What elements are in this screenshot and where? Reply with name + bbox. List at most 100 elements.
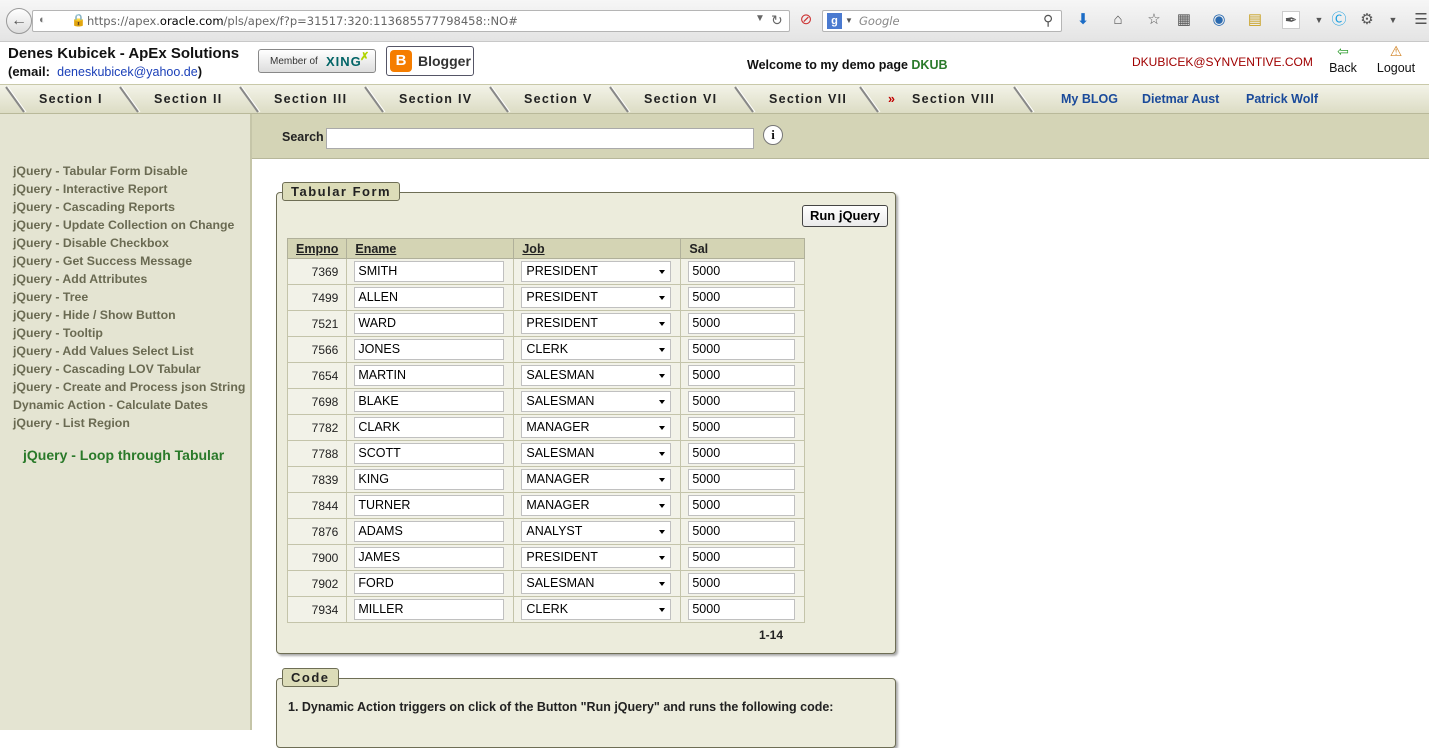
- download-icon[interactable]: ⬇: [1074, 11, 1092, 29]
- tab-section-3[interactable]: Section III: [274, 92, 347, 106]
- sidebar-item[interactable]: jQuery - Disable Checkbox: [13, 236, 169, 250]
- sidebar-item[interactable]: jQuery - Tooltip: [13, 326, 103, 340]
- job-select[interactable]: CLERK: [521, 339, 672, 360]
- sidebar-item[interactable]: jQuery - Cascading Reports: [13, 200, 175, 214]
- sal-input[interactable]: 5000: [688, 443, 796, 464]
- identity-icon[interactable]: ◐: [39, 14, 46, 26]
- ename-input[interactable]: ALLEN: [354, 287, 505, 308]
- sidebar-item[interactable]: jQuery - Update Collection on Change: [13, 218, 234, 232]
- noscript-icon[interactable]: ⊘: [797, 11, 815, 29]
- sidebar-item[interactable]: jQuery - List Region: [13, 416, 130, 430]
- settings-icon[interactable]: ⚙: [1358, 11, 1376, 29]
- sal-input[interactable]: 5000: [688, 365, 796, 386]
- sidebar-item[interactable]: jQuery - Hide / Show Button: [13, 308, 176, 322]
- reload-icon[interactable]: ↻: [771, 12, 783, 29]
- tab-section-1[interactable]: Section I: [39, 92, 103, 106]
- sal-input[interactable]: 5000: [688, 313, 796, 334]
- sal-input[interactable]: 5000: [688, 573, 796, 594]
- ename-input[interactable]: BLAKE: [354, 391, 505, 412]
- search-input[interactable]: [326, 128, 754, 149]
- job-select[interactable]: SALESMAN: [521, 391, 672, 412]
- ename-input[interactable]: WARD: [354, 313, 505, 334]
- column-header-empno[interactable]: Empno: [286, 238, 348, 259]
- column-header-job[interactable]: Job: [513, 238, 682, 259]
- skype-icon[interactable]: Ⓒ: [1330, 11, 1348, 29]
- job-select[interactable]: CLERK: [521, 599, 672, 620]
- blogger-badge[interactable]: B Blogger: [386, 46, 474, 76]
- google-icon[interactable]: g: [827, 13, 842, 29]
- sal-input[interactable]: 5000: [688, 287, 796, 308]
- tab-section-2[interactable]: Section II: [154, 92, 223, 106]
- ruler-icon[interactable]: ▤: [1246, 11, 1264, 29]
- ename-input[interactable]: MILLER: [354, 599, 505, 620]
- job-select[interactable]: MANAGER: [521, 495, 672, 516]
- sidebar-item[interactable]: Dynamic Action - Calculate Dates: [13, 398, 208, 412]
- url-dropdown-icon[interactable]: ▼: [755, 13, 765, 24]
- link-dietmar-aust[interactable]: Dietmar Aust: [1142, 92, 1219, 106]
- tool-dropdown-icon[interactable]: ▼: [1310, 11, 1328, 29]
- column-header-ename[interactable]: Ename: [346, 238, 515, 259]
- sal-input[interactable]: 5000: [688, 547, 796, 568]
- job-select[interactable]: MANAGER: [521, 469, 672, 490]
- bookmark-star-icon[interactable]: ☆: [1145, 11, 1163, 29]
- sal-input[interactable]: 5000: [688, 391, 796, 412]
- ename-input[interactable]: ADAMS: [354, 521, 505, 542]
- address-bar[interactable]: ◐ 🔒 https://apex.oracle.com/pls/apex/f?p…: [32, 10, 790, 32]
- email-link[interactable]: deneskubicek@yahoo.de: [57, 65, 198, 79]
- url-text[interactable]: https://apex.oracle.com/pls/apex/f?p=315…: [87, 14, 518, 28]
- job-select[interactable]: SALESMAN: [521, 573, 672, 594]
- job-select[interactable]: PRESIDENT: [521, 547, 672, 568]
- sal-input[interactable]: 5000: [688, 261, 796, 282]
- addon-icon[interactable]: ◉: [1210, 11, 1228, 29]
- ename-input[interactable]: KING: [354, 469, 505, 490]
- sal-input[interactable]: 5000: [688, 417, 796, 438]
- ename-input[interactable]: TURNER: [354, 495, 505, 516]
- ename-input[interactable]: MARTIN: [354, 365, 505, 386]
- sal-input[interactable]: 5000: [688, 599, 796, 620]
- back-arrow-icon[interactable]: ←: [6, 8, 32, 34]
- tab-section-8[interactable]: Section VIII: [912, 92, 995, 106]
- sal-input[interactable]: 5000: [688, 495, 796, 516]
- sidebar-item[interactable]: jQuery - Cascading LOV Tabular: [13, 362, 201, 376]
- ename-input[interactable]: JONES: [354, 339, 505, 360]
- job-select[interactable]: PRESIDENT: [521, 287, 672, 308]
- bookmarks-list-icon[interactable]: ▦: [1175, 11, 1193, 29]
- magnifier-icon[interactable]: ⚲: [1043, 12, 1053, 29]
- tab-section-7[interactable]: Section VII: [769, 92, 847, 106]
- engine-dropdown-icon[interactable]: ▼: [845, 16, 853, 25]
- eyedropper-icon[interactable]: ✒: [1282, 11, 1300, 29]
- web-search-box[interactable]: g ▼ Google ⚲: [822, 10, 1062, 32]
- sal-input[interactable]: 5000: [688, 469, 796, 490]
- job-select[interactable]: SALESMAN: [521, 365, 672, 386]
- ename-input[interactable]: SMITH: [354, 261, 505, 282]
- ename-input[interactable]: FORD: [354, 573, 505, 594]
- logout-button[interactable]: ⚠ Logout: [1374, 44, 1418, 75]
- tab-section-5[interactable]: Section V: [524, 92, 593, 106]
- job-select[interactable]: ANALYST: [521, 521, 672, 542]
- back-button[interactable]: ⇦ Back: [1326, 44, 1360, 75]
- sidebar-item[interactable]: jQuery - Interactive Report: [13, 182, 167, 196]
- home-icon[interactable]: ⌂: [1109, 11, 1127, 29]
- sal-input[interactable]: 5000: [688, 521, 796, 542]
- tab-section-4[interactable]: Section IV: [399, 92, 472, 106]
- sidebar-item-current[interactable]: jQuery - Loop through Tabular: [23, 447, 224, 463]
- sidebar-item[interactable]: jQuery - Tree: [13, 290, 88, 304]
- sal-input[interactable]: 5000: [688, 339, 796, 360]
- link-my-blog[interactable]: My BLOG: [1061, 92, 1118, 106]
- sidebar-item[interactable]: jQuery - Add Attributes: [13, 272, 147, 286]
- overflow-dropdown-icon[interactable]: ▼: [1384, 11, 1402, 29]
- sidebar-item[interactable]: jQuery - Create and Process json String: [13, 380, 245, 394]
- job-select[interactable]: SALESMAN: [521, 443, 672, 464]
- ename-input[interactable]: CLARK: [354, 417, 505, 438]
- run-jquery-button[interactable]: Run jQuery: [802, 205, 888, 227]
- ename-input[interactable]: SCOTT: [354, 443, 505, 464]
- tab-section-6[interactable]: Section VI: [644, 92, 717, 106]
- sidebar-item[interactable]: jQuery - Tabular Form Disable: [13, 164, 188, 178]
- link-patrick-wolf[interactable]: Patrick Wolf: [1246, 92, 1318, 106]
- job-select[interactable]: PRESIDENT: [521, 261, 672, 282]
- xing-badge[interactable]: Member of XING ✗: [258, 49, 376, 73]
- job-select[interactable]: MANAGER: [521, 417, 672, 438]
- job-select[interactable]: PRESIDENT: [521, 313, 672, 334]
- sidebar-item[interactable]: jQuery - Get Success Message: [13, 254, 192, 268]
- info-icon[interactable]: i: [763, 125, 783, 145]
